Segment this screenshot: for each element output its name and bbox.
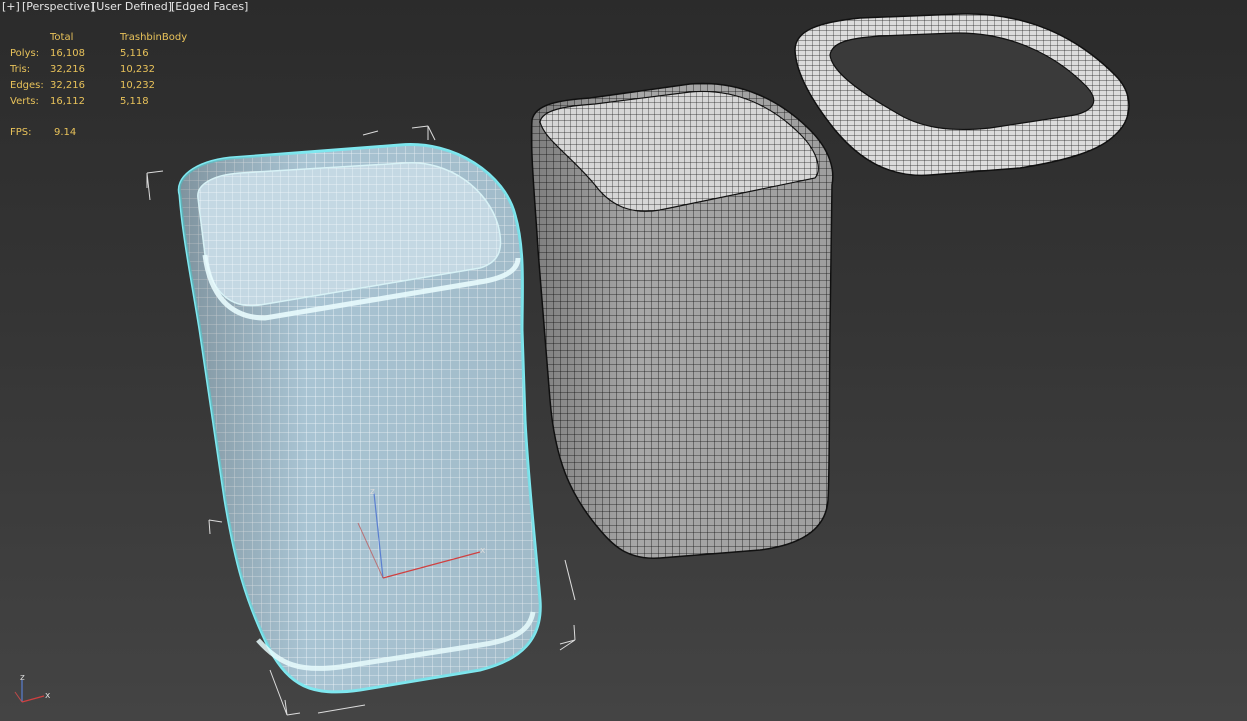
- gizmo-z-label: z: [370, 487, 375, 497]
- statistics-overlay: Total TrashbinBody Polys: 16,108 5,116 T…: [0, 30, 200, 110]
- stats-label-tris: Tris:: [10, 64, 31, 75]
- stats-object-polys: 5,116: [120, 48, 149, 59]
- stats-object-tris: 10,232: [120, 64, 155, 75]
- view-axis-tripod: z x: [14, 673, 51, 703]
- viewport-point-of-view-menu[interactable]: [Perspective]: [22, 0, 94, 13]
- trashbin-body-selected[interactable]: z x: [146, 125, 576, 716]
- viewport-shading-menu[interactable]: [User Defined]: [92, 0, 172, 13]
- stats-header-object: TrashbinBody: [120, 32, 188, 43]
- stats-total-edges: 32,216: [50, 80, 85, 91]
- view-axis-z-label: z: [20, 673, 25, 683]
- trashbin-body-copy[interactable]: [530, 82, 834, 559]
- stats-total-verts: 16,112: [50, 96, 85, 107]
- trashbin-lid-ring[interactable]: [794, 13, 1130, 177]
- stats-object-edges: 10,232: [120, 80, 155, 91]
- stats-fps-value: 9.14: [54, 127, 77, 138]
- gizmo-x-label: x: [480, 546, 486, 556]
- stats-label-edges: Edges:: [10, 80, 44, 91]
- viewport-display-mode-menu[interactable]: [Edged Faces]: [171, 0, 248, 13]
- viewport-general-menu[interactable]: [+]: [2, 0, 20, 13]
- perspective-viewport[interactable]: z x z x [+] [Perspective] [User Defined]…: [0, 0, 1247, 721]
- stats-fps-label: FPS:: [10, 127, 32, 138]
- stats-header-total: Total: [50, 32, 74, 43]
- stats-label-polys: Polys:: [10, 48, 40, 59]
- stats-total-polys: 16,108: [50, 48, 85, 59]
- stats-label-verts: Verts:: [10, 96, 39, 107]
- stats-total-tris: 32,216: [50, 64, 85, 75]
- view-axis-x-label: x: [45, 691, 51, 701]
- stats-object-verts: 5,118: [120, 96, 149, 107]
